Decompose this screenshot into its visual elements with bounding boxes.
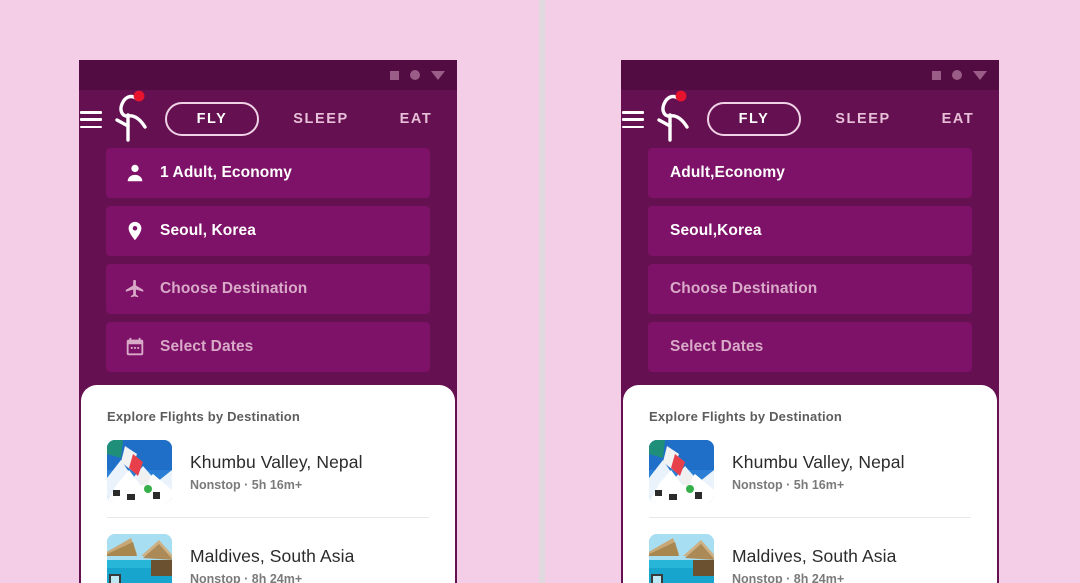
list-item[interactable]: Khumbu Valley, Nepal Nonstop · 5h 16m+ (649, 424, 971, 517)
maldives-overwater-villa-photo (107, 534, 172, 583)
explore-rows-right: Khumbu Valley, Nepal Nonstop · 5h 16m+ M… (623, 424, 997, 583)
origin-field[interactable]: Seoul,Korea (648, 206, 972, 256)
tab-fly[interactable]: FLY (707, 102, 801, 136)
explore-rows-left: Khumbu Valley, Nepal Nonstop · 5h 16m+ M… (81, 424, 455, 583)
origin-value: Seoul,Korea (670, 222, 762, 239)
airplane-icon (125, 279, 144, 298)
destination-duration: Nonstop · 5h 16m+ (732, 477, 845, 492)
list-item[interactable]: Maldives, South Asia Nonstop · 8h 24m+ (107, 517, 429, 583)
destination-placeholder: Choose Destination (670, 280, 818, 297)
destination-name: Maldives, South Asia (190, 545, 355, 566)
oryx-bird-logo-icon (649, 82, 695, 144)
minimize-icon[interactable] (390, 70, 399, 80)
app-header-right: FLY SLEEP EAT (621, 90, 999, 148)
destination-name: Khumbu Valley, Nepal (732, 451, 905, 472)
hamburger-icon[interactable] (80, 111, 102, 128)
search-fields-right: Adult,Economy Seoul,Korea Choose Destina… (621, 148, 999, 400)
minimize-icon[interactable] (932, 70, 941, 80)
list-item[interactable]: Maldives, South Asia Nonstop · 8h 24m+ (649, 517, 971, 583)
phone-preview-right: FLY SLEEP EAT Adult,Economy Seoul,Korea … (621, 60, 999, 583)
list-item-text: Khumbu Valley, Nepal Nonstop · 5h 16m+ (732, 452, 905, 492)
nav-tabs-left: FLY SLEEP EAT (165, 90, 457, 148)
close-icon[interactable] (973, 70, 987, 80)
himalaya-prayer-flags-photo (649, 440, 714, 503)
destination-duration: Nonstop · 8h 24m+ (190, 571, 303, 583)
explore-card-left: Explore Flights by Destination Khumbu Va… (81, 385, 455, 583)
passenger-class-value: Adult,Economy (670, 164, 785, 181)
dates-field[interactable]: Select Dates (106, 322, 430, 372)
screenshot-stage: FLY SLEEP EAT 1 Adult, Economy Seoul, Ko… (0, 0, 1080, 583)
destination-duration: Nonstop · 5h 16m+ (190, 477, 303, 492)
dates-placeholder: Select Dates (670, 338, 764, 355)
destination-placeholder: Choose Destination (160, 280, 308, 297)
search-fields-left: 1 Adult, Economy Seoul, Korea Choose Des… (79, 148, 457, 400)
dates-field[interactable]: Select Dates (648, 322, 972, 372)
explore-card-title: Explore Flights by Destination (107, 409, 301, 424)
logo-red-dot-icon (133, 90, 145, 102)
tab-eat[interactable]: EAT (381, 111, 451, 127)
hamburger-icon[interactable] (622, 111, 644, 128)
tab-fly[interactable]: FLY (165, 102, 259, 136)
destination-field[interactable]: Choose Destination (106, 264, 430, 314)
list-item[interactable]: Khumbu Valley, Nepal Nonstop · 5h 16m+ (107, 424, 429, 517)
origin-value: Seoul, Korea (160, 222, 256, 239)
app-header-left: FLY SLEEP EAT (79, 90, 457, 148)
logo-red-dot-icon (675, 90, 687, 102)
list-item-text: Khumbu Valley, Nepal Nonstop · 5h 16m+ (190, 452, 363, 492)
calendar-icon (126, 337, 144, 356)
tab-sleep[interactable]: SLEEP (825, 111, 901, 127)
nav-tabs-right: FLY SLEEP EAT (707, 90, 999, 148)
panel-divider (539, 0, 545, 583)
oryx-bird-logo-icon (107, 82, 153, 144)
person-icon (127, 164, 143, 182)
passenger-class-value: 1 Adult, Economy (160, 164, 292, 181)
tab-eat[interactable]: EAT (923, 111, 993, 127)
destination-name: Maldives, South Asia (732, 545, 897, 566)
himalaya-prayer-flags-photo (107, 440, 172, 503)
destination-duration: Nonstop · 8h 24m+ (732, 571, 845, 583)
origin-field[interactable]: Seoul, Korea (106, 206, 430, 256)
passenger-class-field[interactable]: Adult,Economy (648, 148, 972, 198)
list-item-text: Maldives, South Asia Nonstop · 8h 24m+ (732, 546, 896, 583)
maximize-icon[interactable] (952, 70, 962, 80)
close-icon[interactable] (431, 70, 445, 80)
destination-field[interactable]: Choose Destination (648, 264, 972, 314)
explore-card-title: Explore Flights by Destination (649, 409, 843, 424)
dates-placeholder: Select Dates (160, 338, 254, 355)
phone-preview-left: FLY SLEEP EAT 1 Adult, Economy Seoul, Ko… (79, 60, 457, 583)
location-icon (128, 221, 142, 241)
tab-sleep[interactable]: SLEEP (283, 111, 359, 127)
list-item-text: Maldives, South Asia Nonstop · 8h 24m+ (190, 546, 354, 583)
passenger-class-field[interactable]: 1 Adult, Economy (106, 148, 430, 198)
maldives-overwater-villa-photo (649, 534, 714, 583)
destination-name: Khumbu Valley, Nepal (190, 451, 363, 472)
explore-card-right: Explore Flights by Destination Khumbu Va… (623, 385, 997, 583)
maximize-icon[interactable] (410, 70, 420, 80)
